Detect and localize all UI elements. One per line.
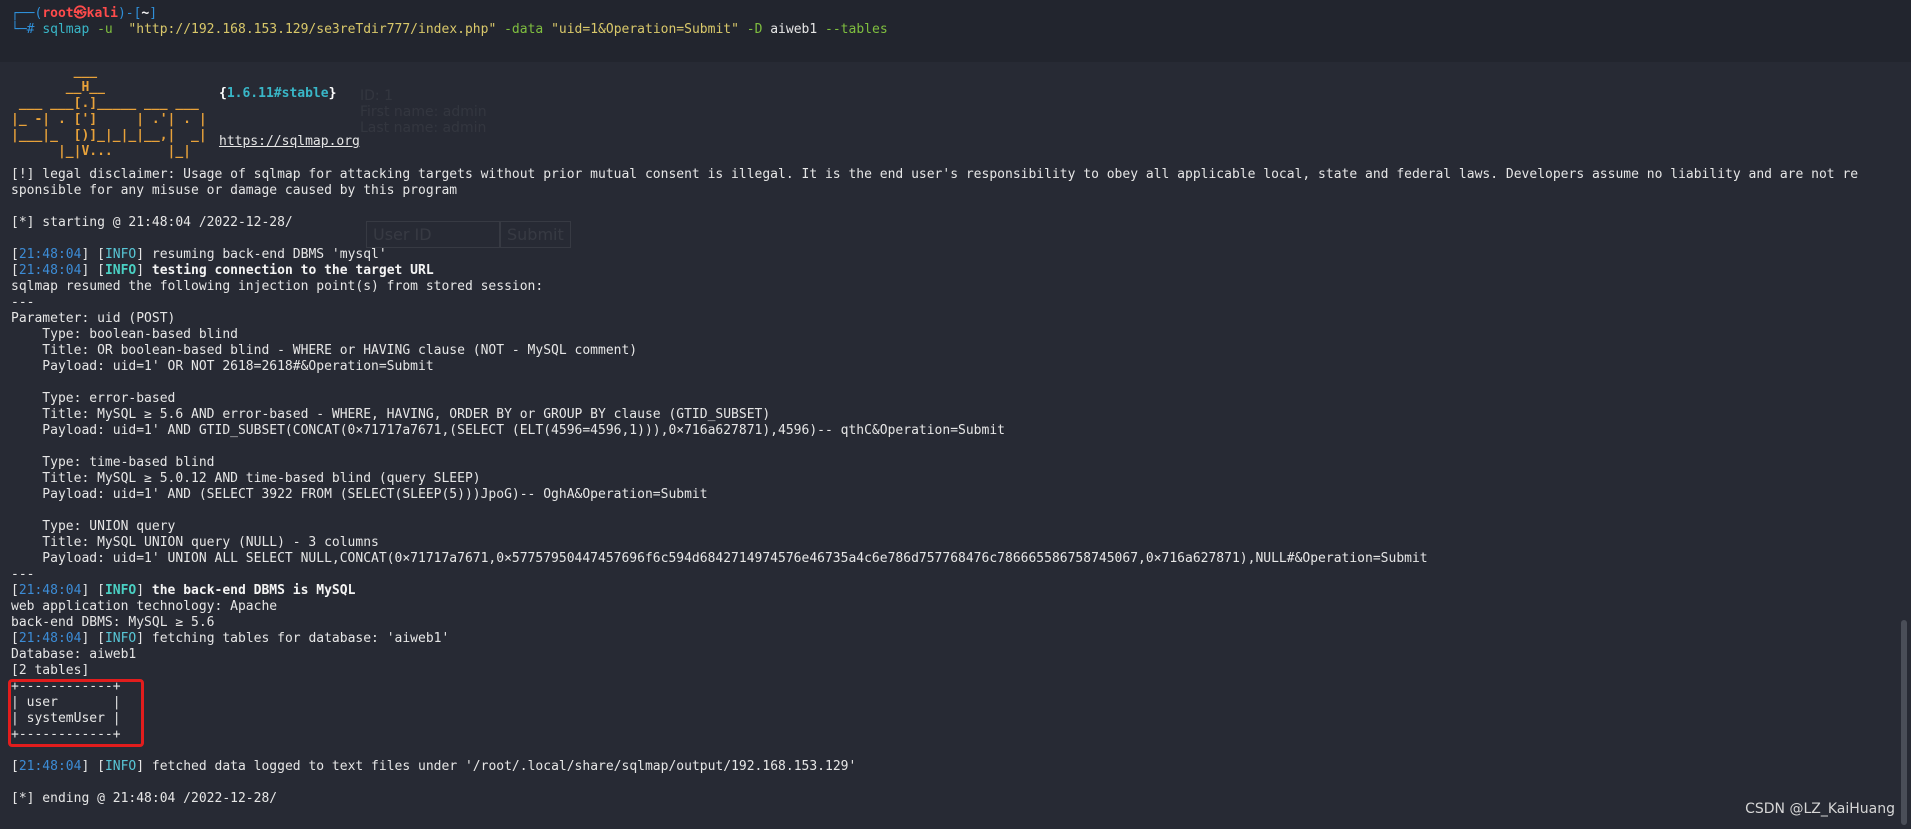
watermark: CSDN @LZ_KaiHuang	[1745, 801, 1895, 817]
log-line: Type: time-based blind	[11, 455, 215, 470]
log-line: [21:48:04] [INFO] testing connection to …	[11, 263, 434, 278]
log-line: Parameter: uid (POST)	[11, 311, 176, 326]
log-line: Title: MySQL ≥ 5.0.12 AND time-based bli…	[11, 471, 481, 486]
log-line: Payload: uid=1' OR NOT 2618=2618#&Operat…	[11, 359, 434, 374]
sqlmap-logo: ___ __H__ ___ ___[.]_____ ___ ___ |_ -| …	[11, 64, 207, 159]
log-line: back-end DBMS: MySQL ≥ 5.6	[11, 615, 215, 630]
ending-line: [*] ending @ 21:48:04 /2022-12-28/	[11, 791, 278, 806]
log-line: sqlmap resumed the following injection p…	[11, 279, 544, 294]
log-line: Type: boolean-based blind	[11, 327, 238, 342]
log-line: [21:48:04] [INFO] fetching tables for da…	[11, 631, 450, 646]
log-line: Title: OR boolean-based blind - WHERE or…	[11, 343, 638, 358]
log-line: Title: MySQL ≥ 5.6 AND error-based - WHE…	[11, 407, 771, 422]
ghost-text: ID: 1	[360, 88, 393, 104]
scrollbar[interactable]	[1901, 620, 1907, 825]
ghost-button: Submit	[500, 221, 571, 248]
log-line: Payload: uid=1' AND (SELECT 3922 FROM (S…	[11, 487, 708, 502]
log-line: [21:48:04] [INFO] the back-end DBMS is M…	[11, 583, 356, 598]
disclaimer-line: sponsible for any misuse or damage cause…	[11, 183, 458, 198]
log-line: Type: UNION query	[11, 519, 176, 534]
separator-line: ---	[11, 295, 35, 310]
log-line: Database: aiweb1	[11, 647, 137, 662]
terminal-window[interactable]: ID: 1 First name: admin Last name: admin…	[0, 0, 1911, 829]
log-line: [2 tables]	[11, 663, 90, 678]
log-line: [21:48:04] [INFO] resuming back-end DBMS…	[11, 247, 387, 262]
ghost-text: First name: admin	[360, 104, 487, 120]
log-line: [21:48:04] [INFO] fetched data logged to…	[11, 759, 857, 774]
prompt-line-1: ┌──(root㉿kali)-[~]	[11, 6, 158, 21]
log-line: Type: error-based	[11, 391, 176, 406]
sqlmap-site-link[interactable]: https://sqlmap.org	[219, 134, 360, 149]
starting-line: [*] starting @ 21:48:04 /2022-12-28/	[11, 215, 293, 230]
log-line: web application technology: Apache	[11, 599, 278, 614]
sqlmap-version: {1.6.11#stable}	[219, 86, 337, 101]
log-line: Payload: uid=1' AND GTID_SUBSET(CONCAT(0…	[11, 423, 1005, 438]
ghost-text: Last name: admin	[360, 120, 487, 136]
log-line: Payload: uid=1' UNION ALL SELECT NULL,CO…	[11, 551, 1428, 566]
command-line: └─# sqlmap -u "http://192.168.153.129/se…	[11, 22, 888, 37]
log-line: Title: MySQL UNION query (NULL) - 3 colu…	[11, 535, 379, 550]
disclaimer-line: [!] legal disclaimer: Usage of sqlmap fo…	[11, 167, 1859, 182]
ghost-input: User ID	[366, 221, 500, 248]
tables-highlight-box	[8, 679, 144, 747]
separator-line: ---	[11, 567, 35, 582]
